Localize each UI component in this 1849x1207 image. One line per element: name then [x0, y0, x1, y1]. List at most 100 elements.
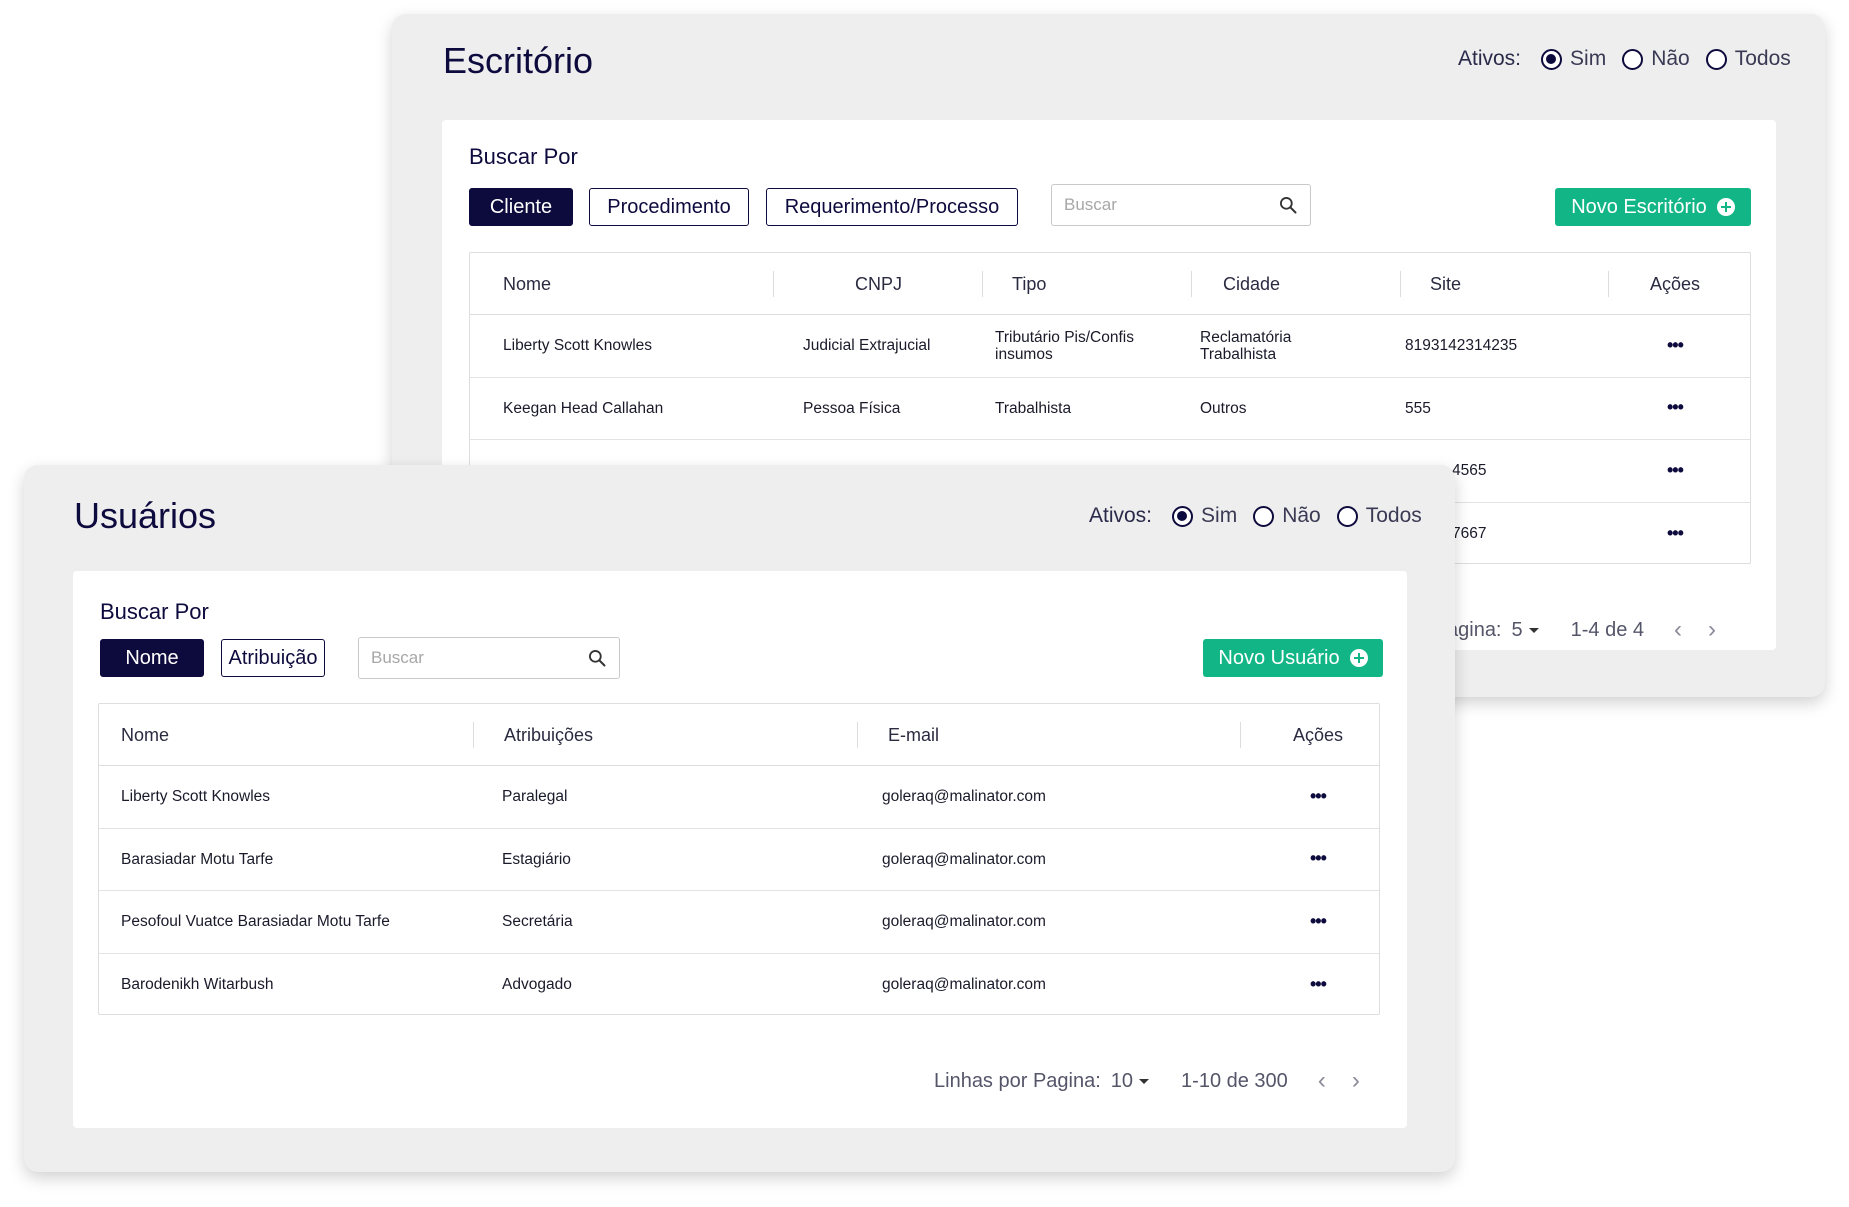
more-icon[interactable]: •••: [1310, 766, 1327, 828]
radio-empty-icon: [1705, 48, 1727, 70]
col-nome: Nome: [503, 273, 552, 294]
search-input[interactable]: Buscar: [1051, 184, 1311, 226]
novo-usuario-label: Novo Usuário: [1218, 646, 1340, 669]
filter-label: Ativos:: [1089, 504, 1153, 527]
table-header: Nome CNPJ Tipo Cidade Site Ações: [470, 253, 1750, 315]
col-acoes: Ações: [1293, 724, 1344, 745]
chevron-right-icon[interactable]: ›: [1708, 616, 1716, 644]
usuarios-card: Buscar Por Nome Atribuição Buscar Novo U…: [73, 571, 1407, 1128]
active-filter: Ativos: Sim Não Todos: [1458, 47, 1807, 71]
pagination: Linhas por Pagina: 10 1-10 de 300 ‹ ›: [934, 1067, 1360, 1095]
col-acoes: Ações: [1650, 273, 1701, 294]
cell-cnpj: Judicial Extrajucial: [803, 337, 931, 355]
cell-email: goleraq@malinator.com: [882, 913, 1046, 931]
radio-nao[interactable]: Não: [1253, 504, 1321, 528]
search-input[interactable]: Buscar: [358, 637, 620, 679]
cell-atribuicao: Estagiário: [502, 850, 571, 868]
cell-nome: Pesofoul Vuatce Barasiadar Motu Tarfe: [121, 913, 390, 931]
tab-atribuicao[interactable]: Atribuição: [221, 639, 325, 677]
radio-nao[interactable]: Não: [1622, 47, 1690, 71]
radio-sim[interactable]: Sim: [1541, 47, 1606, 71]
radio-empty-icon: [1253, 505, 1275, 527]
cell-email: goleraq@malinator.com: [882, 850, 1046, 868]
tab-requerimento-processo[interactable]: Requerimento/Processo: [766, 188, 1018, 226]
cell-atribuicao: Secretária: [502, 913, 573, 931]
buscar-por-label: Buscar Por: [100, 599, 209, 624]
radio-label: Todos: [1734, 47, 1791, 70]
col-cidade: Cidade: [1223, 273, 1281, 294]
chevron-left-icon[interactable]: ‹: [1674, 616, 1682, 644]
filter-label: Ativos:: [1458, 47, 1522, 70]
table-row[interactable]: Pesofoul Vuatce Barasiadar Motu Tarfe Se…: [99, 891, 1379, 954]
col-atribuicoes: Atribuições: [504, 724, 594, 745]
tab-nome[interactable]: Nome: [100, 639, 204, 677]
more-icon[interactable]: •••: [1667, 315, 1684, 377]
usuarios-panel: Usuários Ativos: Sim Não Todos Buscar Po…: [24, 465, 1455, 1172]
pagination-range: 1-10 de 300: [1181, 1069, 1288, 1092]
tab-cliente[interactable]: Cliente: [469, 188, 573, 226]
more-icon[interactable]: •••: [1667, 440, 1684, 502]
table-row[interactable]: Keegan Head Callahan Pessoa Física Traba…: [470, 378, 1750, 440]
col-tipo: Tipo: [1012, 273, 1047, 294]
chevron-right-icon[interactable]: ›: [1352, 1067, 1360, 1095]
table-row[interactable]: Barasiadar Motu Tarfe Estagiário goleraq…: [99, 829, 1379, 891]
pagination: agina: 5 1-4 de 4 ‹ ›: [1447, 616, 1716, 644]
tab-procedimento[interactable]: Procedimento: [589, 188, 749, 226]
radio-sim[interactable]: Sim: [1172, 504, 1237, 528]
novo-escritorio-button[interactable]: Novo Escritório: [1555, 188, 1751, 226]
cell-site: 4565: [1452, 462, 1487, 480]
cell-nome: Keegan Head Callahan: [503, 399, 664, 417]
col-cnpj: CNPJ: [855, 273, 903, 294]
more-icon[interactable]: •••: [1310, 829, 1327, 891]
more-icon[interactable]: •••: [1667, 503, 1684, 564]
cell-site: 8193142314235: [1405, 337, 1518, 355]
radio-selected-icon: [1541, 48, 1563, 70]
col-email: E-mail: [888, 724, 940, 745]
active-filter: Ativos: Sim Não Todos: [1089, 504, 1438, 528]
radio-empty-icon: [1622, 48, 1644, 70]
buscar-por-label: Buscar Por: [469, 144, 578, 169]
radio-label: Todos: [1365, 504, 1422, 527]
table-row[interactable]: Liberty Scott Knowles Judicial Extrajuci…: [470, 315, 1750, 378]
radio-label: Não: [1651, 47, 1690, 70]
caret-down-icon: [1139, 1078, 1150, 1084]
pagination-range: 1-4 de 4: [1570, 618, 1645, 641]
more-icon[interactable]: •••: [1667, 378, 1684, 440]
cell-tipo: Tributário Pis/Confis insumos: [995, 328, 1134, 363]
cell-atribuicao: Paralegal: [502, 788, 568, 806]
radio-todos[interactable]: Todos: [1705, 47, 1791, 71]
cell-nome: Barasiadar Motu Tarfe: [121, 850, 274, 868]
cell-nome: Barodenikh Witarbush: [121, 976, 274, 994]
col-nome: Nome: [121, 724, 170, 745]
rows-per-page-value: 10: [1110, 1069, 1134, 1092]
rows-per-page-select[interactable]: 10: [1110, 1069, 1150, 1093]
cell-email: goleraq@malinator.com: [882, 976, 1046, 994]
cell-cidade: Outros: [1200, 399, 1247, 417]
search-placeholder: Buscar: [1064, 195, 1117, 214]
novo-escritorio-label: Novo Escritório: [1571, 195, 1707, 218]
cell-tipo: Trabalhista: [995, 399, 1072, 417]
rows-per-page-select[interactable]: 5: [1512, 619, 1539, 642]
more-icon[interactable]: •••: [1310, 954, 1327, 1015]
cell-atribuicao: Advogado: [502, 976, 572, 994]
table-header: Nome Atribuições E-mail Ações: [99, 704, 1379, 766]
more-icon[interactable]: •••: [1310, 891, 1327, 953]
novo-usuario-button[interactable]: Novo Usuário: [1203, 639, 1383, 677]
page-title: Escritório: [443, 40, 594, 81]
search-icon[interactable]: [1278, 195, 1298, 215]
search-icon[interactable]: [587, 648, 607, 668]
plus-circle-icon: [1349, 649, 1368, 667]
radio-empty-icon: [1336, 505, 1358, 527]
cell-site: 7667: [1452, 525, 1487, 543]
radio-todos[interactable]: Todos: [1336, 504, 1422, 528]
col-site: Site: [1430, 273, 1462, 294]
table-row[interactable]: Liberty Scott Knowles Paralegal goleraq@…: [99, 766, 1379, 829]
cell-nome: Liberty Scott Knowles: [503, 337, 653, 355]
table-row[interactable]: Barodenikh Witarbush Advogado goleraq@ma…: [99, 954, 1379, 1015]
page-title: Usuários: [74, 495, 217, 536]
pagination-label: agina:: [1447, 618, 1502, 641]
usuarios-table: Nome Atribuições E-mail Ações Liberty Sc…: [98, 703, 1380, 1015]
cell-cnpj: Pessoa Física: [803, 399, 901, 417]
radio-label: Sim: [1570, 47, 1607, 70]
chevron-left-icon[interactable]: ‹: [1318, 1067, 1326, 1095]
